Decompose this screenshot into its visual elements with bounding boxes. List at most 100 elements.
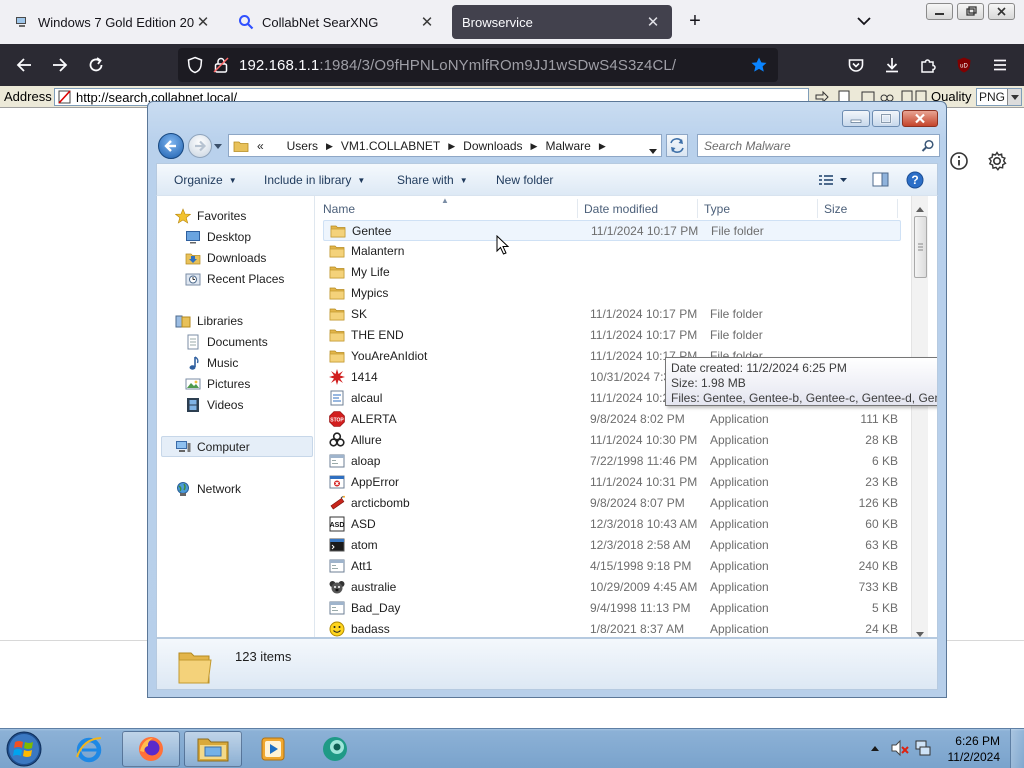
nav-recent-places[interactable]: Recent Places bbox=[185, 269, 284, 289]
column-header-type[interactable]: Type bbox=[704, 202, 730, 216]
file-row[interactable]: Malantern bbox=[323, 241, 901, 262]
include-in-library-menu[interactable]: Include in library ▼ bbox=[264, 173, 365, 187]
breadcrumb-separator-icon[interactable]: ▶ bbox=[531, 141, 538, 152]
file-row[interactable]: STOP ALERTA 9/8/2024 8:02 PM Application 111… bbox=[323, 409, 901, 430]
tab-browservice[interactable]: Browservice ✕ bbox=[452, 5, 672, 39]
file-row[interactable]: Gentee 11/1/2024 10:17 PM File folder bbox=[323, 220, 901, 241]
breadcrumb-malware[interactable]: Malware bbox=[545, 139, 590, 153]
dropdown-arrow-icon[interactable] bbox=[1007, 89, 1021, 105]
quality-select[interactable]: PNG bbox=[976, 88, 1022, 106]
file-row[interactable]: australie 10/29/2009 4:45 AM Application 73… bbox=[323, 577, 901, 598]
file-row[interactable]: Bad_Day 9/4/1998 11:13 PM Application 5 KB bbox=[323, 598, 901, 619]
network-status-icon[interactable] bbox=[914, 739, 932, 760]
file-row[interactable]: Allure 11/1/2024 10:30 PM Application 28 KB bbox=[323, 430, 901, 451]
scrollbar-thumb[interactable] bbox=[914, 216, 927, 278]
nav-videos[interactable]: Videos bbox=[185, 395, 243, 415]
file-row[interactable]: AppError 11/1/2024 10:31 PM Application 23 … bbox=[323, 472, 901, 493]
organize-menu[interactable]: Organize ▼ bbox=[174, 173, 237, 187]
breadcrumb-overflow[interactable]: « bbox=[257, 139, 264, 153]
minimize-browser-button[interactable] bbox=[926, 3, 953, 20]
maximize-browser-button[interactable] bbox=[957, 3, 984, 20]
nav-network[interactable]: Network bbox=[175, 479, 241, 499]
share-with-menu[interactable]: Share with ▼ bbox=[397, 173, 468, 187]
bookmark-star-icon[interactable] bbox=[750, 56, 768, 77]
file-row[interactable]: ASD ASD 12/3/2018 10:43 AM Application 60 KB bbox=[323, 514, 901, 535]
back-arrow-icon[interactable] bbox=[12, 53, 36, 77]
new-tab-button[interactable]: + bbox=[684, 10, 706, 32]
view-options-icon[interactable] bbox=[818, 173, 848, 190]
breadcrumb-downloads[interactable]: Downloads bbox=[463, 139, 522, 153]
file-row[interactable]: Mypics bbox=[323, 283, 901, 304]
close-tab-icon[interactable]: ✕ bbox=[194, 13, 212, 31]
file-row[interactable]: aloap 7/22/1998 11:46 PM Application 6 KB bbox=[323, 451, 901, 472]
close-window-button[interactable] bbox=[902, 110, 938, 127]
show-desktop-button[interactable] bbox=[1010, 729, 1024, 768]
extensions-puzzle-icon[interactable] bbox=[916, 53, 940, 77]
column-header-date[interactable]: Date modified bbox=[584, 202, 658, 216]
minimize-window-button[interactable] bbox=[842, 110, 870, 127]
explorer-back-button[interactable] bbox=[158, 133, 184, 159]
help-icon[interactable]: ? bbox=[906, 171, 924, 192]
forward-arrow-icon[interactable] bbox=[48, 53, 72, 77]
taskbar-firefox[interactable] bbox=[122, 731, 180, 767]
file-row[interactable]: atom 12/3/2018 2:58 AM Application 63 KB bbox=[323, 535, 901, 556]
search-input[interactable] bbox=[704, 137, 914, 154]
nav-music[interactable]: Music bbox=[185, 353, 238, 373]
breadcrumb-separator-icon[interactable]: ▶ bbox=[599, 141, 606, 152]
volume-muted-icon[interactable] bbox=[890, 739, 910, 760]
ublock-origin-icon[interactable]: uD bbox=[952, 53, 976, 77]
search-icon[interactable] bbox=[921, 139, 935, 156]
insecure-lock-icon[interactable] bbox=[212, 56, 230, 77]
taskbar-internet-explorer[interactable] bbox=[60, 731, 118, 767]
file-row[interactable]: THE END 11/1/2024 10:17 PM File folder bbox=[323, 325, 901, 346]
nav-downloads[interactable]: Downloads bbox=[185, 248, 266, 268]
url-bar[interactable]: 192.168.1.1:1984/3/O9fHPNLoNYmlfROm9JJ1w… bbox=[178, 48, 778, 82]
column-header-size[interactable]: Size bbox=[824, 202, 847, 216]
explorer-forward-button[interactable] bbox=[188, 134, 212, 158]
taskbar-app[interactable] bbox=[306, 731, 364, 767]
file-row[interactable]: My Life bbox=[323, 262, 901, 283]
breadcrumb-separator-icon[interactable]: ▶ bbox=[448, 141, 455, 152]
settings-gear-icon[interactable] bbox=[986, 150, 1008, 172]
breadcrumb-separator-icon[interactable]: ▶ bbox=[326, 141, 333, 152]
show-hidden-icons-arrow-icon[interactable] bbox=[870, 743, 880, 757]
nav-libraries[interactable]: Libraries bbox=[175, 311, 243, 331]
close-browser-button[interactable] bbox=[988, 3, 1015, 20]
downloads-icon[interactable] bbox=[880, 53, 904, 77]
recent-locations-chevron-icon[interactable] bbox=[213, 140, 223, 150]
file-row[interactable]: badass 1/8/2021 8:37 AM Application 24 KB bbox=[323, 619, 901, 637]
tracking-shield-icon[interactable] bbox=[186, 56, 204, 77]
breadcrumb-vm1-collabnet[interactable]: VM1.COLLABNET bbox=[341, 139, 440, 153]
scroll-up-arrow-icon[interactable] bbox=[916, 201, 924, 215]
reload-icon[interactable] bbox=[84, 53, 108, 77]
refresh-button[interactable] bbox=[666, 134, 688, 157]
nav-computer[interactable]: Computer bbox=[175, 437, 250, 457]
tab-collabnet-searxng[interactable]: CollabNet SearXNG ✕ bbox=[228, 5, 446, 39]
preview-pane-icon[interactable] bbox=[872, 172, 890, 191]
file-row[interactable]: Att1 4/15/1998 9:18 PM Application 240 KB bbox=[323, 556, 901, 577]
pocket-icon[interactable] bbox=[844, 53, 868, 77]
hamburger-menu-icon[interactable] bbox=[988, 53, 1012, 77]
tab-windows-7-gold[interactable]: Windows 7 Gold Edition 2016 - ✕ bbox=[4, 5, 222, 39]
column-divider[interactable] bbox=[577, 199, 578, 218]
column-header-name[interactable]: Name bbox=[323, 202, 355, 216]
breadcrumb-users[interactable]: Users bbox=[287, 139, 318, 153]
nav-documents[interactable]: Documents bbox=[185, 332, 268, 352]
clock-time[interactable]: 6:26 PM bbox=[955, 734, 1000, 748]
start-button[interactable] bbox=[4, 730, 44, 768]
column-divider[interactable] bbox=[817, 199, 818, 218]
scroll-down-arrow-icon[interactable] bbox=[916, 627, 924, 637]
file-row[interactable]: SK 11/1/2024 10:17 PM File folder bbox=[323, 304, 901, 325]
nav-desktop[interactable]: Desktop bbox=[185, 227, 251, 247]
column-divider[interactable] bbox=[897, 199, 898, 218]
search-box[interactable] bbox=[697, 134, 940, 157]
list-all-tabs-chevron-icon[interactable] bbox=[855, 12, 873, 30]
close-tab-icon[interactable]: ✕ bbox=[644, 13, 662, 31]
breadcrumb[interactable]: « ▶ Users ▶ VM1.COLLABNET ▶ Downloads ▶ … bbox=[228, 134, 662, 157]
column-divider[interactable] bbox=[697, 199, 698, 218]
info-icon[interactable] bbox=[948, 150, 970, 172]
close-tab-icon[interactable]: ✕ bbox=[418, 13, 436, 31]
nav-pictures[interactable]: Pictures bbox=[185, 374, 250, 394]
vertical-scrollbar[interactable] bbox=[911, 196, 928, 637]
new-folder-button[interactable]: New folder bbox=[496, 173, 553, 187]
